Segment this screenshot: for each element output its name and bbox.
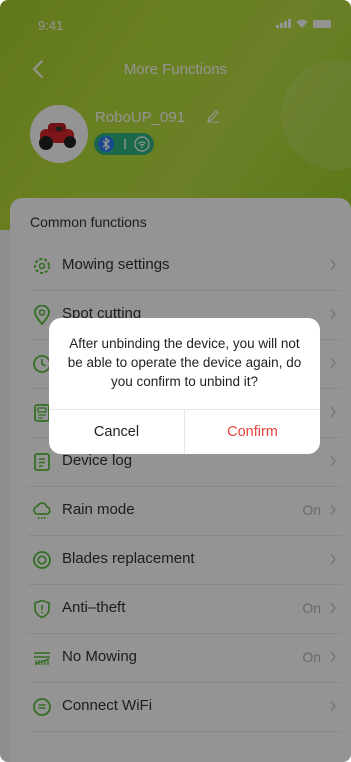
app-screen: 9:41 More Functions RoboUP_091 Common fu… bbox=[0, 0, 351, 762]
unbind-confirm-dialog: After unbinding the device, you will not… bbox=[49, 318, 320, 454]
dialog-buttons: Cancel Confirm bbox=[49, 409, 320, 454]
confirm-button[interactable]: Confirm bbox=[185, 410, 320, 454]
dialog-message: After unbinding the device, you will not… bbox=[67, 336, 302, 389]
cancel-button[interactable]: Cancel bbox=[49, 410, 185, 454]
